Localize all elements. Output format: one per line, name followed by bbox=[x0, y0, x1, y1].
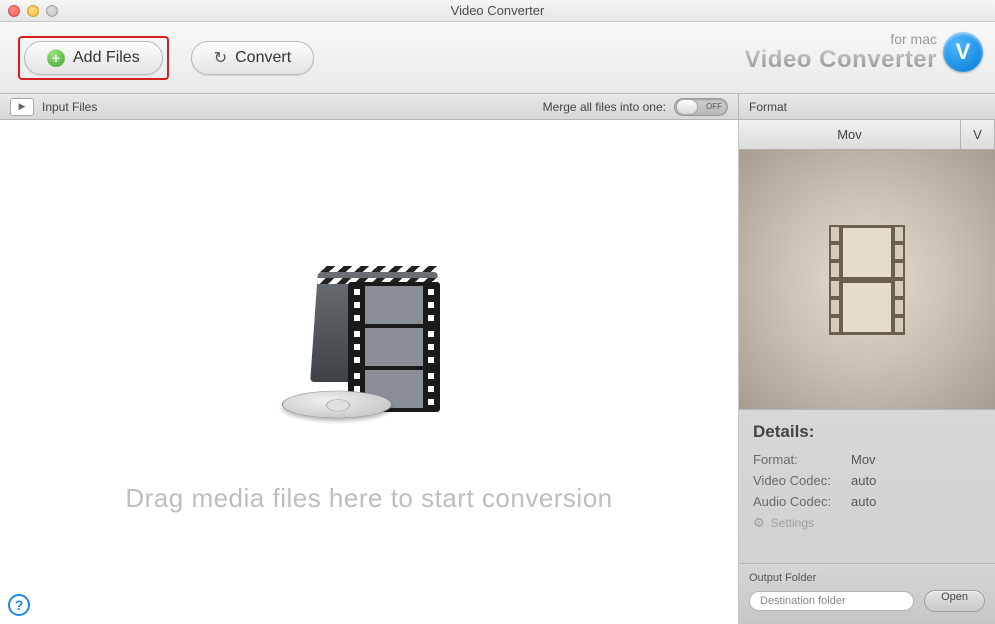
merge-label: Merge all files into one: bbox=[543, 100, 666, 114]
drop-hint-text: Drag media files here to start conversio… bbox=[125, 483, 612, 514]
format-section-label: Format bbox=[749, 100, 787, 114]
details-section: Details: Format: Mov Video Codec: auto A… bbox=[739, 410, 995, 539]
add-files-highlight: + Add Files bbox=[18, 36, 169, 80]
drop-illustration bbox=[274, 262, 464, 452]
add-files-label: Add Files bbox=[73, 49, 140, 67]
refresh-icon: ↻ bbox=[214, 48, 227, 68]
minimize-window-button[interactable] bbox=[27, 5, 39, 17]
merge-toggle[interactable]: OFF bbox=[674, 98, 728, 116]
brand-logo-icon: V bbox=[943, 32, 983, 72]
detail-value: Mov bbox=[851, 452, 876, 467]
output-section: Output Folder Destination folder Open bbox=[739, 563, 995, 624]
gear-icon: ⚙ bbox=[753, 515, 765, 531]
toolbar: + Add Files ↻ Convert for mac Video Conv… bbox=[0, 22, 995, 94]
merge-toggle-group: Merge all files into one: OFF bbox=[543, 98, 728, 116]
settings-button[interactable]: ⚙ Settings bbox=[753, 515, 981, 531]
input-files-icon[interactable]: ▶ bbox=[10, 98, 34, 116]
merge-toggle-state: OFF bbox=[706, 102, 722, 111]
sub-header-left: ▶ Input Files Merge all files into one: … bbox=[0, 94, 739, 119]
input-files-label: Input Files bbox=[42, 100, 97, 114]
detail-row-format: Format: Mov bbox=[753, 452, 981, 467]
film-reel-icon bbox=[282, 391, 392, 419]
details-heading: Details: bbox=[753, 422, 981, 442]
convert-label: Convert bbox=[235, 49, 291, 67]
detail-row-video-codec: Video Codec: auto bbox=[753, 473, 981, 488]
format-preview bbox=[739, 150, 995, 410]
format-tabs: Mov V bbox=[739, 120, 995, 150]
detail-value: auto bbox=[851, 494, 876, 509]
close-window-button[interactable] bbox=[8, 5, 20, 17]
format-preview-icon bbox=[829, 225, 905, 335]
convert-button[interactable]: ↻ Convert bbox=[191, 41, 314, 75]
detail-key: Format: bbox=[753, 452, 843, 467]
window-title: Video Converter bbox=[0, 3, 995, 18]
settings-label: Settings bbox=[771, 516, 814, 530]
add-files-button[interactable]: + Add Files bbox=[24, 41, 163, 75]
main-area: Drag media files here to start conversio… bbox=[0, 120, 995, 624]
brand-subtitle: for mac bbox=[745, 32, 937, 47]
format-panel: Mov V Details: Format: Mov Video Codec: … bbox=[739, 120, 995, 624]
sub-header-right: Format bbox=[739, 94, 995, 119]
zoom-window-button[interactable] bbox=[46, 5, 58, 17]
output-folder-label: Output Folder bbox=[749, 572, 985, 584]
detail-value: auto bbox=[851, 473, 876, 488]
toggle-knob bbox=[676, 99, 698, 115]
branding: for mac Video Converter V bbox=[745, 32, 983, 72]
format-tab-more[interactable]: V bbox=[961, 120, 995, 149]
destination-folder-field[interactable]: Destination folder bbox=[749, 591, 914, 611]
help-button[interactable]: ? bbox=[8, 594, 30, 616]
titlebar: Video Converter bbox=[0, 0, 995, 22]
traffic-lights bbox=[8, 5, 58, 17]
brand-title: Video Converter bbox=[745, 46, 937, 73]
sub-header: ▶ Input Files Merge all files into one: … bbox=[0, 94, 995, 120]
detail-key: Audio Codec: bbox=[753, 494, 843, 509]
open-button[interactable]: Open bbox=[924, 590, 985, 612]
drop-area[interactable]: Drag media files here to start conversio… bbox=[0, 120, 739, 624]
format-tab-mov[interactable]: Mov bbox=[739, 120, 961, 149]
detail-key: Video Codec: bbox=[753, 473, 843, 488]
detail-row-audio-codec: Audio Codec: auto bbox=[753, 494, 981, 509]
plus-icon: + bbox=[47, 49, 65, 67]
